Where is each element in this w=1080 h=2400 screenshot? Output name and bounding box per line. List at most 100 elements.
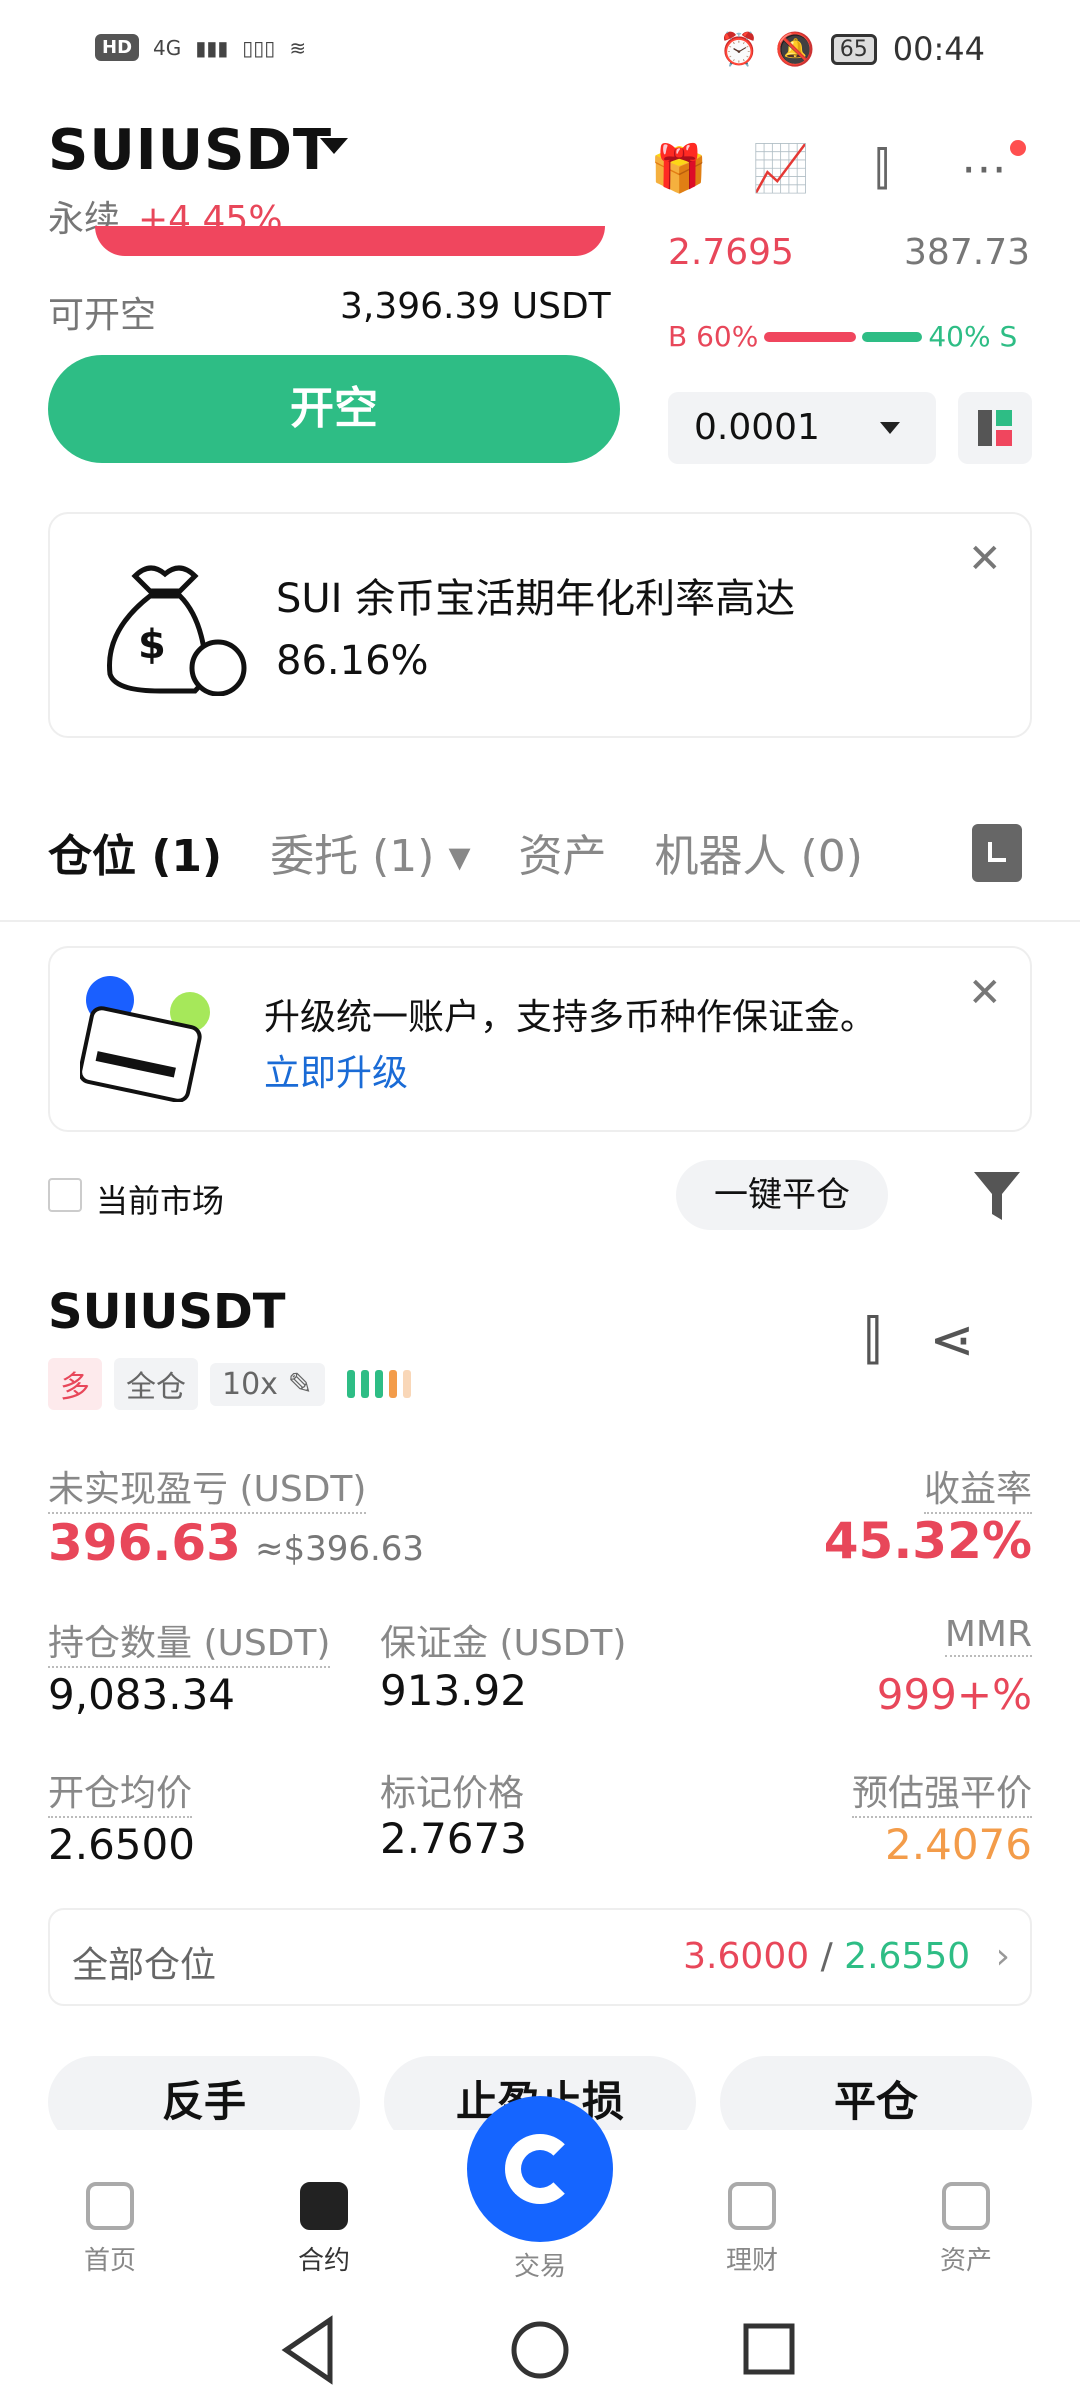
current-market-label: 当前市场 [96, 1182, 225, 1220]
nav-trade-label: 交易 [513, 2252, 566, 2282]
mute-icon: 🔕 [774, 30, 815, 68]
side-tag: 多 [48, 1358, 102, 1410]
size-label: 持仓数量 (USDT) [48, 1614, 331, 1668]
mmr-label: MMR [944, 1614, 1032, 1657]
svg-text:$: $ [138, 622, 166, 668]
buy-sell-ratio: B 60% 40% S [668, 320, 1030, 353]
position-tags: 多 全仓 10x ✎ [48, 1358, 411, 1410]
clock: 00:44 [892, 30, 985, 68]
chart-settings-icon[interactable]: 📈 [752, 140, 809, 196]
filter-icon[interactable] [972, 1166, 1022, 1226]
margin-mode-tag: 全仓 [114, 1358, 198, 1410]
position-icons: ⫿ ⋖ [864, 1308, 975, 1372]
system-nav [281, 2315, 795, 2385]
tpsl-values: 3.6000 / 2.6550 › [683, 1936, 1010, 1977]
entry-price-value: 2.6500 [48, 1820, 195, 1869]
orderbook-layout-button[interactable] [958, 392, 1032, 464]
roe-value: 45.32% [823, 1512, 1032, 1570]
mark-price-value: 2.7673 [380, 1814, 527, 1863]
wallet-nav-icon [942, 2182, 990, 2230]
recents-icon[interactable] [743, 2323, 795, 2375]
header-icons: 🎁 📈 ⫿ ⋯ [650, 140, 1012, 196]
divider [0, 920, 1080, 922]
upgrade-text: 升级统一账户，支持多币种作保证金。 [264, 997, 877, 1038]
available-value: 3,396.39 USDT [340, 286, 611, 327]
nav-finance-label: 理财 [725, 2246, 778, 2276]
close-all-button[interactable]: 一键平仓 [676, 1160, 888, 1230]
alarm-icon: ⏰ [719, 30, 759, 68]
ob-qty: 387.73 [904, 232, 1030, 273]
orderbook-row[interactable]: 2.7695 387.73 [668, 232, 1030, 273]
ob-price: 2.7695 [668, 232, 794, 273]
mmr-value: 999+% [876, 1670, 1032, 1719]
share-icon[interactable]: ⋖ [929, 1308, 974, 1372]
more-icon[interactable]: ⋯ [956, 140, 1012, 196]
back-icon[interactable] [281, 2315, 333, 2385]
home-circle-icon[interactable] [511, 2321, 569, 2379]
candlestick-icon[interactable]: ⫿ [864, 1308, 881, 1372]
position-tabs: 仓位 (1) 委托 (1) ▾ 资产 机器人 (0) [48, 820, 863, 884]
unrealized-pnl: 396.63 ≈$396.63 [48, 1514, 424, 1572]
leverage-tag[interactable]: 10x ✎ [210, 1362, 325, 1406]
buy-ratio: B 60% [668, 320, 759, 353]
tab-orders-label: 委托 (1) [270, 831, 435, 882]
finance-icon [728, 2182, 776, 2230]
tpsl-separator: / [820, 1936, 833, 1977]
notification-dot [1010, 140, 1026, 156]
status-bar: HD 4G ▮▮▮ ▯▯▯ ≋ ⏰ 🔕 65 00:44 [0, 0, 1080, 100]
tab-positions[interactable]: 仓位 (1) [48, 820, 222, 884]
pair-title[interactable]: SUIUSDT [48, 118, 332, 183]
position-pair[interactable]: SUIUSDT [48, 1284, 286, 1340]
candlestick-icon[interactable]: ⫿ [854, 140, 910, 196]
sl-value: 2.6550 [844, 1936, 971, 1977]
ask-depth-bar [95, 226, 605, 256]
chevron-down-icon [880, 422, 900, 434]
all-positions-label: 全部仓位 [72, 1945, 217, 1986]
buy-ratio-bar [764, 331, 857, 342]
nav-assets-label: 资产 [939, 2246, 992, 2276]
adl-indicator [346, 1370, 411, 1398]
nav-finance[interactable]: 理财 [692, 2182, 812, 2277]
mark-price-label: 标记价格 [380, 1773, 525, 1814]
hd-badge: HD [95, 34, 140, 61]
unrealized-pnl-value: 396.63 [48, 1514, 241, 1572]
open-short-button[interactable]: 开空 [48, 355, 620, 463]
nav-home-label: 首页 [83, 2246, 136, 2276]
history-icon[interactable] [972, 824, 1022, 882]
network-label: 4G [153, 35, 182, 60]
leverage-value: 10x [222, 1366, 278, 1402]
nav-contract[interactable]: 合约 [264, 2182, 384, 2277]
wallet-icon [80, 976, 210, 1102]
upgrade-link[interactable]: 立即升级 [264, 1044, 408, 1096]
liq-price-value: 2.4076 [885, 1820, 1032, 1869]
close-icon[interactable]: ✕ [968, 536, 1002, 582]
nav-assets[interactable]: 资产 [906, 2182, 1026, 2277]
roe-label: 收益率 [923, 1460, 1032, 1514]
gift-icon[interactable]: 🎁 [650, 140, 707, 196]
unrealized-pnl-label: 未实现盈亏 (USDT) [48, 1460, 367, 1514]
unrealized-pnl-approx: ≈$396.63 [254, 1529, 425, 1569]
sell-ratio: 40% S [928, 320, 1018, 353]
margin-value: 913.92 [380, 1666, 527, 1715]
wifi-icon: ≋ [289, 35, 307, 60]
close-icon[interactable]: ✕ [968, 970, 1002, 1016]
sell-ratio-bar [862, 331, 923, 342]
tab-bots[interactable]: 机器人 (0) [655, 820, 863, 884]
entry-price-label: 开仓均价 [48, 1764, 193, 1818]
liq-price-label: 预估强平价 [851, 1764, 1032, 1818]
status-left: HD 4G ▮▮▮ ▯▯▯ ≋ [95, 34, 306, 61]
nav-home[interactable]: 首页 [50, 2182, 170, 2277]
current-market-checkbox[interactable] [48, 1178, 82, 1212]
tab-orders[interactable]: 委托 (1) ▾ [270, 820, 470, 884]
promo-text: SUI 余币宝活期年化利率高达 86.16% [276, 568, 956, 692]
battery-icon: 65 [830, 33, 877, 65]
tab-assets[interactable]: 资产 [519, 820, 607, 884]
promo-line1: SUI 余币宝活期年化利率高达 [276, 576, 796, 622]
margin-label: 保证金 (USDT) [380, 1623, 627, 1664]
size-value: 9,083.34 [48, 1670, 236, 1719]
pair-dropdown-icon[interactable] [320, 138, 348, 154]
chevron-right-icon: › [995, 1936, 1010, 1977]
trade-button[interactable] [467, 2096, 613, 2242]
signal-icon: ▮▮▮ [195, 35, 229, 60]
nav-contract-label: 合约 [297, 2246, 350, 2276]
